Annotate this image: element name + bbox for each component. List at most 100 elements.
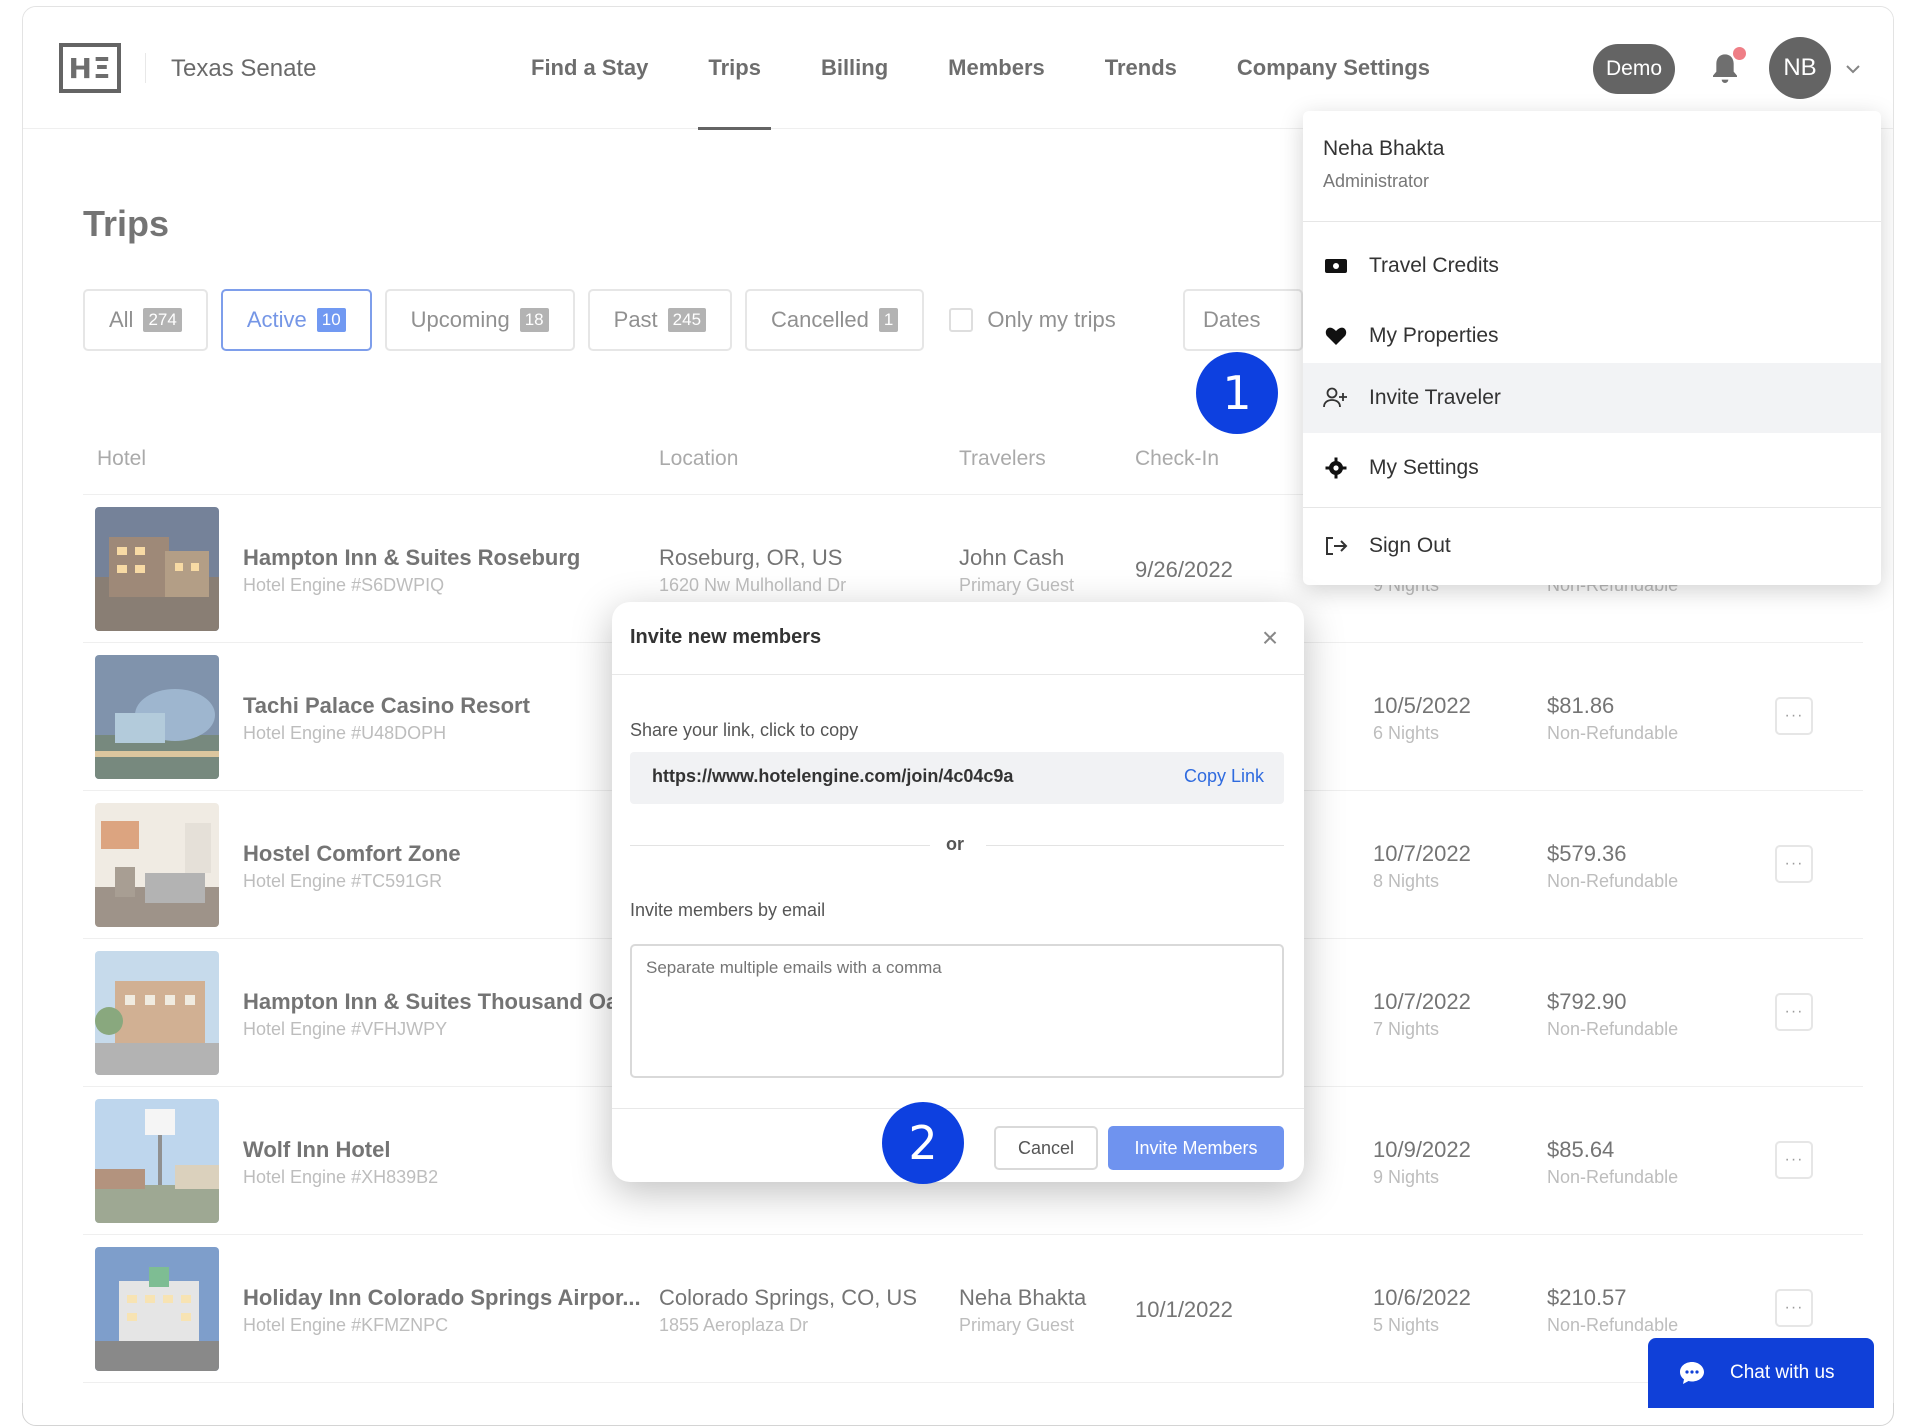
trip-price: $85.64 (1547, 1137, 1615, 1162)
nights-count: 5 Nights (1373, 1315, 1440, 1335)
chat-bubble-icon (1680, 1362, 1704, 1384)
hotel-name[interactable]: Tachi Palace Casino Resort (243, 693, 530, 719)
refund-policy: Non-Refundable (1547, 1019, 1679, 1039)
filter-label: Cancelled (771, 307, 869, 332)
check-out-date: 10/6/2022 (1373, 1285, 1471, 1310)
user-avatar[interactable]: NB (1769, 37, 1831, 99)
invite-link-box[interactable]: https://www.hotelengine.com/join/4c04c9a… (630, 752, 1284, 804)
nav-billing[interactable]: Billing (791, 7, 918, 129)
filter-count: 18 (519, 308, 549, 332)
check-out-date: 10/7/2022 (1373, 989, 1471, 1014)
filter-all[interactable]: All 274 (83, 289, 208, 351)
check-out-date: 10/7/2022 (1373, 841, 1471, 866)
nav-find-a-stay[interactable]: Find a Stay (501, 7, 678, 129)
only-my-trips-toggle[interactable]: Only my trips (949, 307, 1116, 333)
traveler-name: John Cash (959, 545, 1065, 570)
filter-cancelled[interactable]: Cancelled 1 (745, 289, 925, 351)
column-travelers[interactable]: Travelers (959, 447, 1046, 471)
share-link-label: Share your link, click to copy (630, 720, 859, 740)
more-options-button[interactable]: ··· (1775, 845, 1813, 883)
dates-filter-button[interactable]: Dates (1183, 289, 1303, 351)
hotel-photo[interactable] (95, 507, 219, 631)
or-label: or (946, 834, 964, 854)
cancel-button[interactable]: Cancel (994, 1126, 1098, 1170)
hotel-name[interactable]: Hostel Comfort Zone (243, 841, 461, 867)
check-out-date: 10/5/2022 (1373, 693, 1471, 718)
menu-item-label: Sign Out (1369, 534, 1451, 557)
hotel-engine-logo[interactable]: HΞ (59, 43, 121, 93)
more-options-button[interactable]: ··· (1775, 1289, 1813, 1327)
menu-item-my-properties[interactable]: My Properties (1303, 301, 1881, 371)
hotel-booking-id: Hotel Engine #KFMZNPC (243, 1315, 449, 1335)
filter-past[interactable]: Past 245 (587, 289, 733, 351)
menu-item-label: Invite Traveler (1369, 386, 1501, 409)
close-icon[interactable]: × (1254, 622, 1286, 654)
column-check-in[interactable]: Check-In (1135, 447, 1219, 471)
nights-count: 8 Nights (1373, 871, 1440, 891)
hotel-name[interactable]: Wolf Inn Hotel (243, 1137, 390, 1163)
nav-trips[interactable]: Trips (678, 7, 791, 130)
filter-count: 245 (667, 308, 707, 332)
traveler-name: Neha Bhakta (959, 1285, 1087, 1310)
menu-item-invite-traveler[interactable]: Invite Traveler (1303, 363, 1881, 433)
refund-policy: Non-Refundable (1547, 871, 1679, 891)
column-hotel[interactable]: Hotel (97, 447, 146, 471)
modal-divider (612, 1108, 1304, 1109)
credit-card-icon (1323, 253, 1349, 279)
nav-trends[interactable]: Trends (1075, 7, 1207, 129)
invite-link-url[interactable]: https://www.hotelengine.com/join/4c04c9a (652, 766, 1013, 787)
filter-count: 10 (316, 308, 346, 332)
refund-policy: Non-Refundable (1547, 1315, 1679, 1335)
hotel-name[interactable]: Holiday Inn Colorado Springs Airpor... (243, 1285, 641, 1311)
refund-policy: Non-Refundable (1547, 723, 1679, 743)
hotel-photo[interactable] (95, 1247, 219, 1371)
dropdown-user-name: Neha Bhakta (1323, 137, 1445, 160)
hotel-photo[interactable] (95, 951, 219, 1075)
dropdown-divider (1303, 507, 1881, 508)
page-title: Trips (83, 203, 170, 244)
menu-item-label: Travel Credits (1369, 254, 1499, 277)
more-options-button[interactable]: ··· (1775, 697, 1813, 735)
hotel-photo[interactable] (95, 1099, 219, 1223)
filter-label: Upcoming (410, 307, 510, 332)
menu-item-travel-credits[interactable]: Travel Credits (1303, 231, 1881, 301)
email-invite-input[interactable] (630, 944, 1284, 1078)
modal-title: Invite new members (630, 626, 822, 648)
hotel-name[interactable]: Hampton Inn & Suites Thousand Oa... (243, 989, 637, 1015)
add-user-icon (1323, 385, 1349, 411)
traveler-role: Primary Guest (959, 575, 1075, 595)
step-badge-2: 2 (882, 1102, 964, 1184)
table-row[interactable]: Holiday Inn Colorado Springs Airpor... H… (83, 1235, 1863, 1383)
filter-upcoming[interactable]: Upcoming 18 (384, 289, 575, 351)
more-options-button[interactable]: ··· (1775, 993, 1813, 1031)
chevron-down-icon[interactable] (1843, 59, 1863, 79)
more-options-button[interactable]: ··· (1775, 1141, 1813, 1179)
filter-count: 274 (143, 308, 182, 332)
hotel-photo[interactable] (95, 655, 219, 779)
column-location[interactable]: Location (659, 447, 738, 471)
hotel-name[interactable]: Hampton Inn & Suites Roseburg (243, 545, 580, 571)
modal-divider (612, 674, 1304, 675)
nav-members[interactable]: Members (918, 7, 1075, 129)
menu-item-my-settings[interactable]: My Settings (1303, 433, 1881, 503)
menu-item-sign-out[interactable]: Sign Out (1303, 511, 1881, 581)
only-my-trips-label: Only my trips (987, 307, 1116, 332)
trip-price: $579.36 (1547, 841, 1627, 866)
hotel-booking-id: Hotel Engine #U48DOPH (243, 723, 447, 743)
copy-link-button[interactable]: Copy Link (1184, 766, 1264, 787)
refund-policy: Non-Refundable (1547, 1167, 1679, 1187)
menu-item-label: My Properties (1369, 324, 1499, 347)
location-city: Roseburg, OR, US (659, 545, 843, 570)
hotel-booking-id: Hotel Engine #VFHJWPY (243, 1019, 448, 1039)
demo-badge[interactable]: Demo (1593, 44, 1675, 94)
invite-members-button[interactable]: Invite Members (1108, 1126, 1284, 1170)
account-dropdown-menu: Neha Bhakta Administrator Travel Credits… (1303, 111, 1881, 585)
filter-active[interactable]: Active 10 (220, 289, 372, 351)
or-divider-right (986, 845, 1284, 846)
hotel-photo[interactable] (95, 803, 219, 927)
heart-icon (1323, 323, 1349, 349)
invite-members-modal: Invite new members × Share your link, cl… (612, 602, 1304, 1182)
only-my-trips-checkbox[interactable] (949, 308, 974, 332)
notification-dot (1733, 47, 1746, 60)
chat-widget-button[interactable]: Chat with us (1648, 1338, 1874, 1408)
